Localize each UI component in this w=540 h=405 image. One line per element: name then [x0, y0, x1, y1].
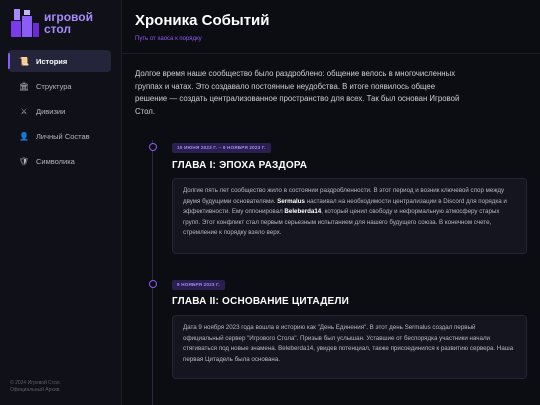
page-title: Хроника Событий — [135, 12, 270, 29]
sidebar: игровой стол 📜 История 🏛 Структура ⚔ Див… — [0, 0, 122, 405]
sidebar-footer: © 2024 Игровой Стол. Официальный Архив. — [10, 380, 61, 394]
crossed-swords-icon: ⚔ — [20, 106, 28, 116]
chapter-date-badge: 9 НОЯБРЯ 2023 Г. — [172, 280, 225, 290]
page-subtitle: Путь от хаоса к порядку — [135, 36, 202, 42]
sidebar-item-label: Личный Состав — [36, 131, 90, 141]
person-name: Sermalus — [277, 197, 305, 205]
sidebar-item-label: История — [36, 56, 68, 66]
header-divider — [122, 53, 540, 54]
timeline-line — [152, 140, 153, 405]
chapter-title: ГЛАВА I: ЭПОХА РАЗДОРА — [172, 160, 308, 171]
person-name: Beleberda14 — [284, 208, 322, 215]
sidebar-item-label: Символика — [36, 156, 75, 166]
shield-icon: 🛡 — [18, 156, 30, 166]
logo-line-2: стол — [44, 22, 72, 36]
timeline-dot — [149, 280, 157, 288]
chapter-card: Дата 9 ноября 2023 года вошла в историю … — [172, 315, 527, 379]
building-icon: 🏛 — [18, 81, 30, 91]
sidebar-nav: 📜 История 🏛 Структура ⚔ Дивизии 👤 Личный… — [8, 50, 111, 175]
sidebar-item-structure[interactable]: 🏛 Структура — [8, 75, 111, 97]
person-icon: 👤 — [19, 131, 29, 141]
sidebar-item-divisions[interactable]: ⚔ Дивизии — [8, 100, 111, 122]
intro-paragraph: Долгое время наше сообщество было раздро… — [135, 69, 460, 116]
timeline-dot — [149, 143, 157, 151]
logo[interactable]: игровой стол — [10, 8, 93, 38]
chapter-text: Дата 9 ноября 2023 года вошла в историю … — [183, 324, 514, 363]
chapter-date-badge: 10 ИЮНЯ 2023 Г. – 9 НОЯБРЯ 2023 Г. — [172, 143, 271, 153]
sidebar-item-history[interactable]: 📜 История — [8, 50, 111, 72]
sidebar-item-label: Дивизии — [36, 106, 66, 116]
sidebar-item-symbols[interactable]: 🛡 Символика — [8, 150, 111, 172]
chapter-title: ГЛАВА II: ОСНОВАНИЕ ЦИТАДЕЛИ — [172, 296, 350, 307]
sidebar-item-personnel[interactable]: 👤 Личный Состав — [8, 125, 111, 147]
logo-icon — [11, 9, 39, 37]
chapter-card: Долгие пять лет сообщество жило в состоя… — [172, 178, 527, 254]
logo-text: игровой стол — [44, 11, 93, 35]
sidebar-item-label: Структура — [36, 81, 72, 91]
main-content: Хроника Событий Путь от хаоса к порядку … — [122, 0, 540, 405]
scroll-icon: 📜 — [19, 56, 29, 66]
footer-copyright: © 2024 Игровой Стол. — [10, 380, 61, 386]
footer-archive: Официальный Архив. — [10, 387, 61, 393]
